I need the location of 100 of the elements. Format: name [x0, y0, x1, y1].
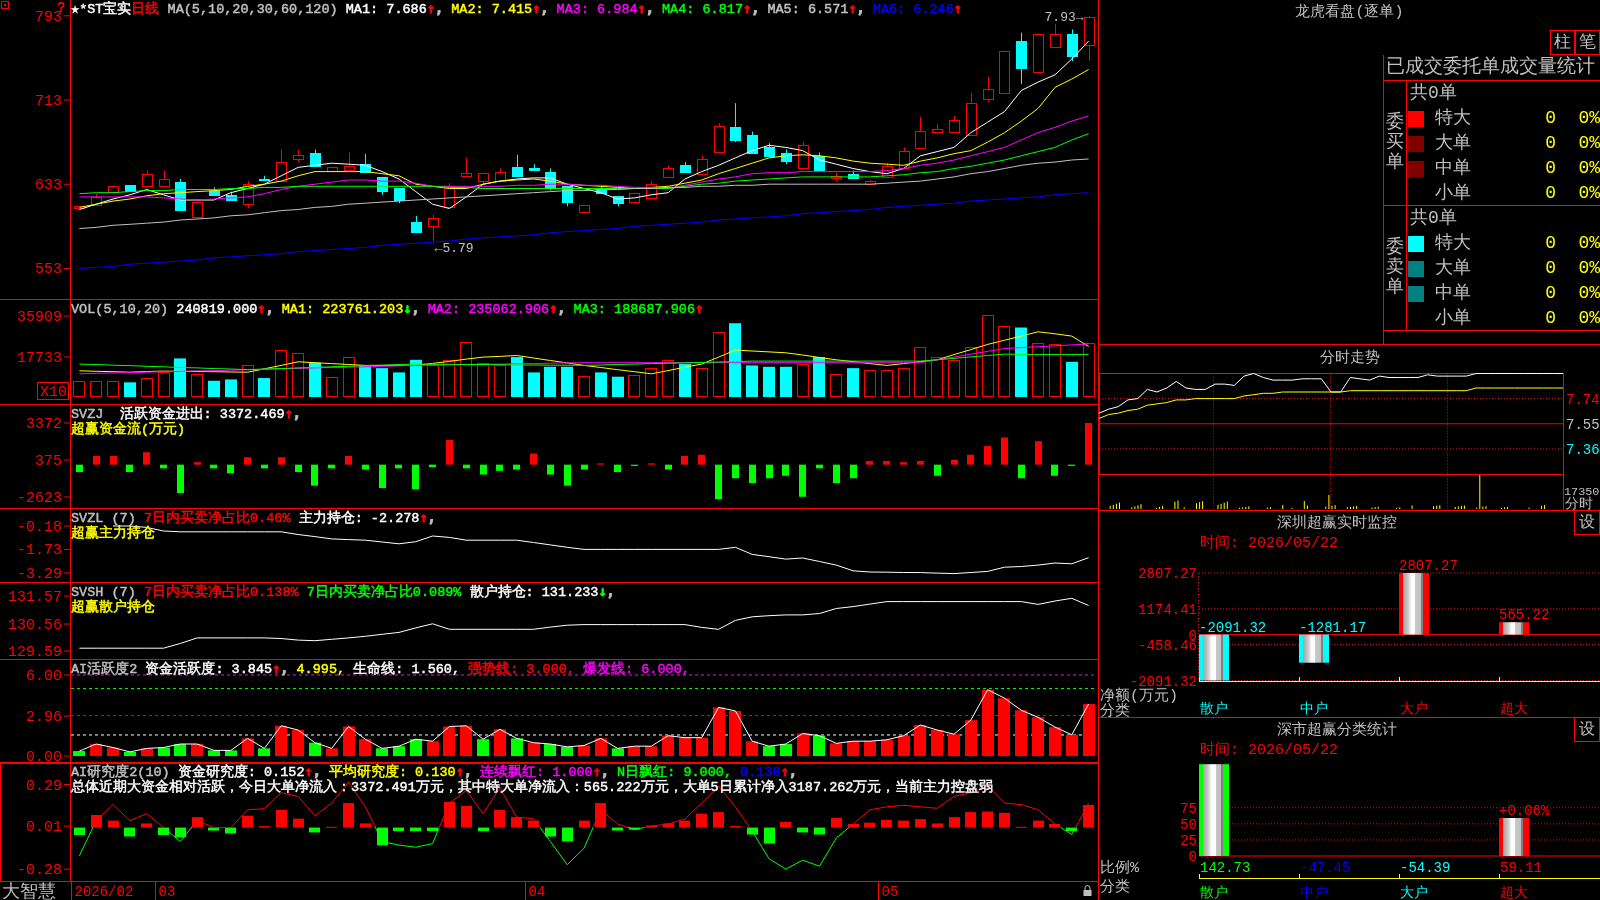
- size-label: 特大: [1435, 232, 1472, 255]
- volume-bar: [1083, 343, 1095, 397]
- research-bar: [780, 821, 791, 828]
- volume-bar: [292, 353, 304, 397]
- candlestick: [697, 155, 708, 175]
- candlestick: [579, 204, 590, 213]
- candlestick: [882, 162, 893, 178]
- legend-text: 7日内买卖净占比0.46%: [142, 511, 291, 526]
- candlestick: [461, 157, 472, 177]
- volume-bar: [309, 362, 321, 397]
- candlestick: [1033, 33, 1044, 73]
- axis-title: 分类: [1100, 879, 1130, 896]
- candlestick: [814, 152, 825, 171]
- legend-text: AI研究度2(10): [71, 765, 170, 780]
- candlestick: [276, 149, 287, 182]
- activity-bar: [141, 748, 153, 757]
- legend-text: ↑: [848, 0, 857, 16]
- volume-bar: [460, 342, 472, 397]
- research-bar: [1083, 805, 1094, 828]
- candlestick: [545, 167, 556, 192]
- candlestick: [983, 76, 994, 103]
- activity-bar: [881, 739, 893, 757]
- activity-bar: [511, 738, 523, 757]
- volume-bar: [830, 374, 842, 397]
- legend-text: ,: [434, 0, 444, 16]
- legend-text: ↑: [272, 660, 281, 676]
- axis-value: 130.56: [8, 617, 62, 635]
- research-bar: [814, 827, 825, 835]
- bar: [1199, 634, 1229, 681]
- fund-flow-bar: [244, 457, 251, 465]
- fund-flow-bar: [547, 464, 554, 475]
- candlestick: [932, 123, 943, 133]
- candlestick: [310, 149, 321, 167]
- volume-bar: [1015, 327, 1027, 397]
- activity-bar: [460, 725, 472, 757]
- order-total: 共0单: [1410, 83, 1457, 103]
- research-bar: [898, 820, 909, 828]
- axis-value: 0.29: [26, 777, 62, 795]
- fund-flow-bar: [866, 460, 873, 465]
- category-label: 中户: [1300, 701, 1328, 717]
- fund-flow-bar: [681, 456, 688, 465]
- activity-bar: [258, 748, 270, 757]
- volume-bar: [898, 368, 910, 397]
- timestamp: 时间: 2026/05/22: [1200, 742, 1339, 759]
- axis-value: 2.96: [26, 709, 62, 727]
- square-icon: [1, 1, 9, 9]
- fund-flow-bar: [412, 464, 419, 490]
- fund-flow-bar: [194, 462, 201, 465]
- candlestick: [663, 164, 674, 178]
- volume-bar: [864, 370, 876, 397]
- activity-bar: [1066, 734, 1078, 757]
- fund-flow-bar: [900, 462, 907, 465]
- research-bar: [797, 827, 808, 833]
- fund-flow-bar: [93, 456, 100, 465]
- size-label: 大单: [1435, 257, 1472, 280]
- research-bar: [511, 817, 522, 828]
- settings-button[interactable]: 设: [1574, 511, 1600, 535]
- legend-text: ,: [788, 763, 797, 779]
- order-count: 0: [1544, 257, 1556, 280]
- research-bar: [663, 823, 674, 828]
- legend-text: ,: [312, 763, 321, 779]
- volume-bar: [713, 332, 725, 397]
- axis-value: 0: [1188, 849, 1197, 865]
- research-bar: [343, 803, 354, 828]
- fund-flow-bar: [698, 454, 705, 465]
- research-bar: [74, 827, 85, 835]
- size-label: 中单: [1435, 282, 1472, 305]
- candlestick: [646, 180, 657, 199]
- activity-bar: [73, 751, 85, 757]
- research-bar: [965, 812, 976, 828]
- order-count: 0: [1544, 307, 1556, 330]
- fund-flow-bar: [934, 464, 941, 476]
- volume-bar: [881, 370, 893, 397]
- volume-bar: [242, 365, 254, 397]
- legend-text: ↑: [419, 509, 428, 525]
- settings-button[interactable]: 设: [1574, 718, 1600, 742]
- activity-bar: [763, 746, 775, 757]
- legend-text: SVSH (7): [71, 585, 136, 600]
- order-share: 0%: [1577, 132, 1600, 155]
- volume-bar: [258, 378, 270, 397]
- research-bar: [377, 827, 388, 846]
- axis-value: 553: [35, 261, 62, 279]
- legend-text: 超赢散户持仓: [71, 600, 155, 615]
- fund-flow-bar: [143, 452, 150, 465]
- legend-text: 0.130: [739, 765, 781, 780]
- activity-bar: [998, 698, 1010, 757]
- research-bar: [831, 817, 842, 828]
- toolbar-button[interactable]: 柱: [1550, 30, 1575, 55]
- panel-title: 龙虎看盘(逐单): [1295, 2, 1404, 21]
- toolbar-button[interactable]: 笔: [1575, 30, 1600, 55]
- volume-bar: [343, 357, 355, 397]
- volume-bar: [998, 326, 1010, 397]
- research-bar: [360, 823, 371, 828]
- activity-bar: [359, 739, 371, 757]
- volume-bar: [628, 375, 640, 397]
- axis-value: 633: [35, 177, 62, 195]
- activity-bar: [158, 747, 170, 757]
- timestamp: 时间: 2026/05/22: [1200, 535, 1339, 552]
- research-bar: [999, 812, 1010, 828]
- candlestick: [1084, 15, 1095, 62]
